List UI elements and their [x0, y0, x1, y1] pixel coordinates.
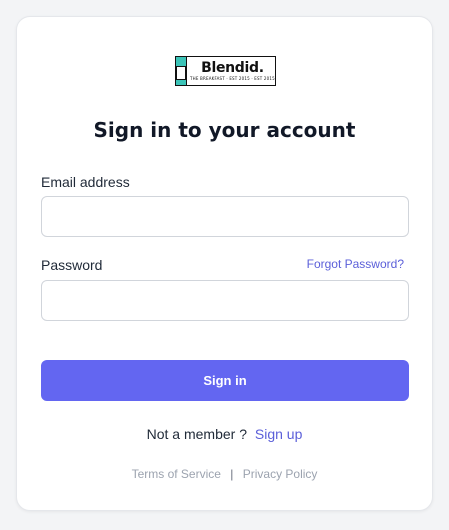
sign-in-button[interactable]: Sign in [41, 360, 409, 401]
sign-up-link[interactable]: Sign up [255, 426, 302, 442]
brand-logo: Blendid. THE BREAKFAST · EST 2015 · EST … [175, 56, 276, 86]
signin-card: Blendid. THE BREAKFAST · EST 2015 · EST … [16, 16, 433, 511]
logo-tagline: THE BREAKFAST · EST 2015 · EST 2015 [190, 76, 275, 81]
footer-separator: | [230, 467, 234, 481]
footer-links: Terms of Service | Privacy Policy [17, 467, 432, 481]
email-label: Email address [41, 174, 130, 190]
privacy-policy-link[interactable]: Privacy Policy [243, 467, 318, 481]
page-title: Sign in to your account [93, 118, 356, 142]
signup-prompt-text: Not a member ? [146, 426, 247, 442]
cup-icon [176, 57, 187, 85]
logo-text: Blendid. THE BREAKFAST · EST 2015 · EST … [187, 57, 278, 85]
logo-wordmark: Blendid. [201, 60, 264, 76]
forgot-password-link[interactable]: Forgot Password? [307, 257, 404, 271]
terms-of-service-link[interactable]: Terms of Service [132, 467, 221, 481]
password-field[interactable] [41, 280, 409, 321]
signup-prompt: Not a member ? Sign up [17, 426, 432, 442]
email-field[interactable] [41, 196, 409, 237]
password-label: Password [41, 257, 103, 273]
